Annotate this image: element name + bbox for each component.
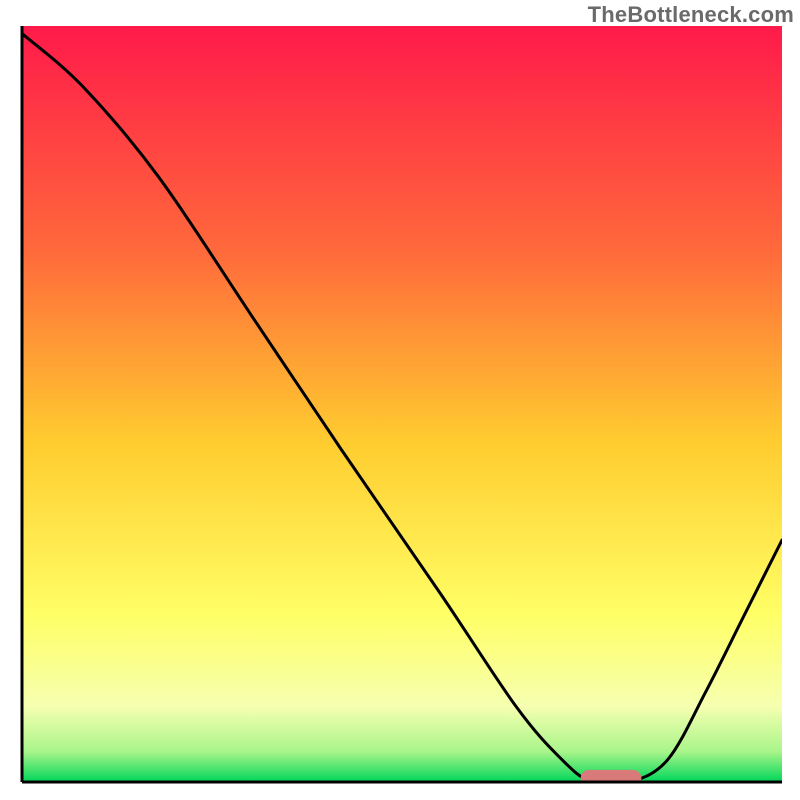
marker-bar <box>581 770 642 787</box>
chart-container: TheBottleneck.com <box>0 0 800 800</box>
gradient-background <box>22 26 782 782</box>
chart-svg <box>0 0 800 800</box>
